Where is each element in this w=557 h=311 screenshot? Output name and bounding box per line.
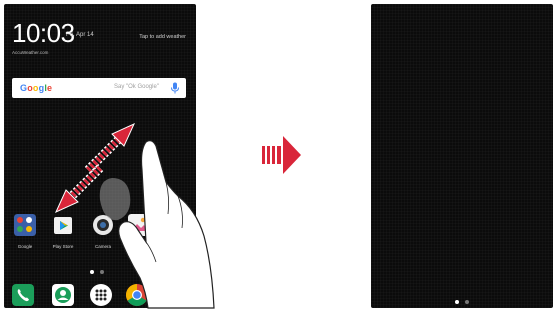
page-dot-active (455, 300, 459, 304)
weather-source: AccuWeather.com (12, 50, 49, 55)
google-logo: Google (20, 83, 53, 93)
app-label: Google (17, 244, 33, 249)
home-screen-before[interactable]: 10:03 Fri, Apr 14 Tap to add weather Acc… (4, 4, 196, 308)
home-screen-after[interactable] (371, 4, 553, 308)
tutorial-figure: 10:03 Fri, Apr 14 Tap to add weather Acc… (0, 0, 557, 311)
weather-prompt[interactable]: Tap to add weather (139, 34, 186, 40)
app-label: Play Store (52, 244, 74, 249)
app-row: Google Play Store Camera Gallery (10, 214, 190, 256)
google-folder-icon (14, 214, 36, 236)
search-placeholder: Say "Ok Google" (114, 84, 159, 90)
arrow-right-icon (262, 136, 301, 174)
page-indicator (455, 300, 475, 306)
contacts-icon[interactable] (52, 284, 74, 306)
apps-drawer-icon[interactable] (90, 284, 112, 306)
page-indicator (90, 270, 120, 276)
google-search-bar[interactable]: Google Say "Ok Google" (12, 78, 186, 98)
phone-icon[interactable] (12, 284, 34, 306)
gallery-icon (128, 214, 150, 236)
app-label: Camera (94, 244, 111, 249)
play-store-icon (54, 217, 72, 234)
date-label: Fri, Apr 14 (66, 32, 94, 38)
app-label: Gallery (131, 244, 147, 249)
app-play-store[interactable]: Play Store (48, 214, 78, 249)
page-dot-active (90, 270, 94, 274)
app-gallery[interactable]: Gallery (124, 214, 154, 249)
mic-icon[interactable] (170, 82, 180, 94)
app-camera[interactable]: Camera (88, 214, 118, 249)
page-dot (465, 300, 469, 304)
camera-icon (93, 215, 113, 235)
page-dot (100, 270, 104, 274)
dock (4, 282, 196, 308)
app-google-folder[interactable]: Google (10, 214, 40, 249)
chrome-icon[interactable] (126, 284, 148, 306)
